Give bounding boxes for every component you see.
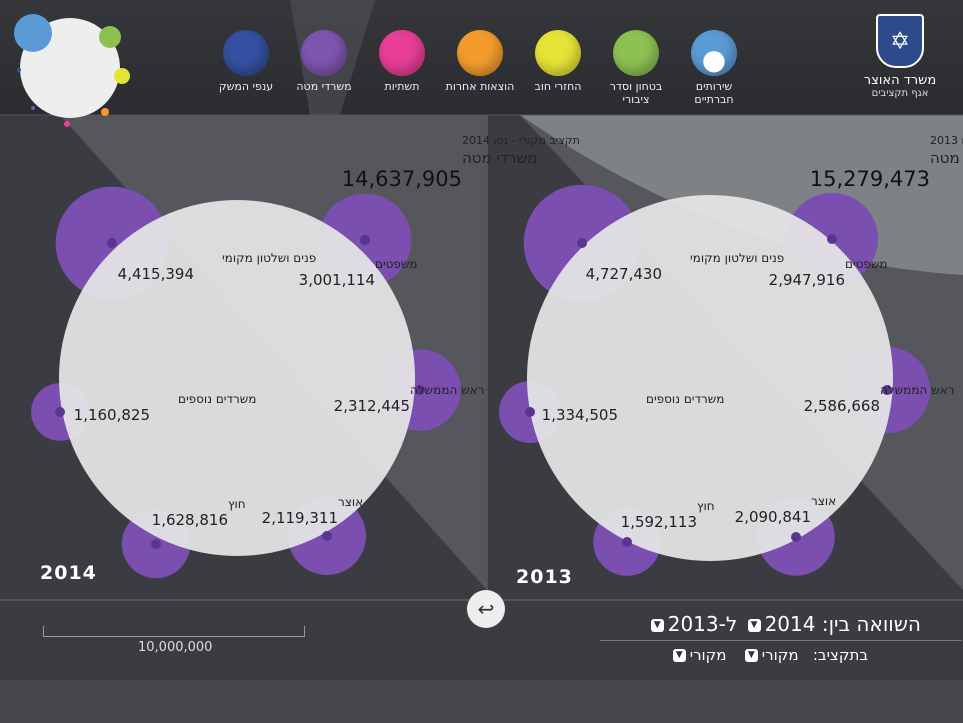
bubble-anchor-dot bbox=[577, 238, 587, 248]
bubble-name-label: ראש הממשלה bbox=[410, 383, 484, 397]
bubble-chart-2014: פנים ושלטון מקומי 4,415,394 משפטים3,001,11… bbox=[31, 134, 580, 579]
chart-subtitle: תקציב מקורי - נטו 2013 bbox=[930, 134, 963, 147]
year-label-left: 2014 bbox=[40, 562, 97, 584]
bubble-name-label: פנים ושלטון מקומי bbox=[222, 251, 316, 265]
divider bbox=[600, 640, 962, 641]
bubble-name-label: משפטים bbox=[375, 257, 418, 271]
budget-type-a-dropdown-icon[interactable]: ▼ bbox=[744, 649, 758, 662]
bubble-value-label: 1,592,113 bbox=[621, 513, 697, 531]
bubble-anchor-dot bbox=[151, 539, 161, 549]
year-b-dropdown-icon[interactable]: ▼ bbox=[650, 619, 664, 632]
bubble-value-label: 1,628,816 bbox=[152, 511, 228, 529]
bubble-name-label: אוצר bbox=[338, 495, 363, 509]
bubble-value-label: 2,312,445 bbox=[334, 397, 410, 415]
swap-years-button[interactable]: ↩ bbox=[467, 590, 505, 628]
bubble-name-label: משרדים נוספים bbox=[646, 392, 724, 406]
bubble-value-label: 2,119,311 bbox=[262, 509, 338, 527]
bubble-anchor-dot bbox=[107, 238, 117, 248]
bubble-value-label: 1,334,505 bbox=[542, 406, 618, 424]
year-b-value: 2013 bbox=[667, 612, 719, 636]
compare-selector: השוואה בין: 2014▼ ל-2013▼ bbox=[647, 612, 921, 636]
bubble-name-label: משפטים bbox=[845, 257, 888, 271]
bubble-name-label: חוץ bbox=[697, 499, 715, 513]
chart-title: משרדי מטה bbox=[930, 149, 963, 167]
scale-label: 10,000,000 bbox=[138, 640, 213, 655]
bubble-name-label: חוץ bbox=[228, 497, 246, 511]
bubble-value-label: 4,727,430 bbox=[586, 265, 662, 283]
bubble-name-label: ראש הממשלה bbox=[880, 383, 954, 397]
chart-total: 14,637,905 bbox=[342, 167, 462, 191]
bubble-anchor-dot bbox=[622, 537, 632, 547]
year-a-value: 2014 bbox=[764, 612, 816, 636]
chart-total: 15,279,473 bbox=[810, 167, 930, 191]
chart-title: משרדי מטה bbox=[462, 149, 537, 167]
budget-type-b: מקורי bbox=[689, 646, 727, 664]
bubble-name-label: אוצר bbox=[811, 494, 836, 508]
bubble-value-label: 2,586,668 bbox=[804, 397, 880, 415]
budget-label: בתקציב: bbox=[812, 646, 868, 664]
bubble-value-label: 2,947,916 bbox=[769, 271, 845, 289]
bubble-anchor-dot bbox=[827, 234, 837, 244]
bubble-value-label: 2,090,841 bbox=[735, 508, 811, 526]
bubble-name-label: פנים ושלטון מקומי bbox=[690, 251, 784, 265]
app-stage: ✡ משרד האוצר אגף תקציבים ● שירותים חברתי… bbox=[0, 0, 963, 723]
bubble-value-label: 1,160,825 bbox=[74, 406, 150, 424]
bubble-value-label: 3,001,114 bbox=[299, 271, 375, 289]
bubble-chart-2013: פנים ושלטון מקומי 4,727,430 משפטים2,947,91… bbox=[499, 134, 963, 576]
bubble-anchor-dot bbox=[525, 407, 535, 417]
compare-prefix: השוואה בין: bbox=[821, 612, 921, 636]
bubble-anchor-dot bbox=[791, 532, 801, 542]
bubble-anchor-dot bbox=[322, 531, 332, 541]
budget-selector: בתקציב: מקורי▼ מקורי▼ bbox=[669, 646, 868, 664]
year-a-dropdown-icon[interactable]: ▼ bbox=[747, 619, 761, 632]
bubble-anchor-dot bbox=[55, 407, 65, 417]
chart-subtitle: תקציב מקורי - נטו 2014 bbox=[462, 134, 580, 147]
return-arrow-icon: ↩ bbox=[477, 597, 495, 621]
budget-type-a: מקורי bbox=[761, 646, 799, 664]
compare-connector: ל- bbox=[718, 612, 738, 636]
bubble-anchor-dot bbox=[360, 235, 370, 245]
budget-type-b-dropdown-icon[interactable]: ▼ bbox=[672, 649, 686, 662]
bubble-name-label: משרדים נוספים bbox=[178, 392, 256, 406]
bottom-bar bbox=[0, 680, 963, 723]
bubble-value-label: 4,415,394 bbox=[118, 265, 194, 283]
scale-bar bbox=[43, 626, 305, 637]
year-label-right: 2013 bbox=[516, 566, 573, 588]
